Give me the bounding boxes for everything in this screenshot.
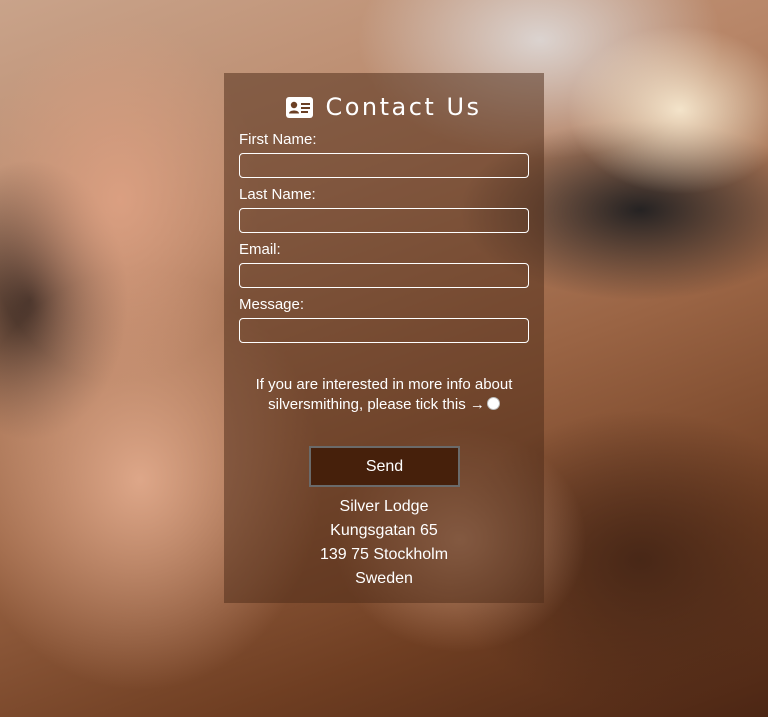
address-country: Sweden	[355, 570, 413, 587]
message-label: Message:	[239, 296, 305, 313]
last-name-label: Last Name:	[239, 186, 316, 203]
first-name-input[interactable]	[239, 153, 529, 178]
send-button[interactable]: Send	[309, 446, 460, 487]
form-title: Contact Us	[224, 91, 544, 123]
contact-form-card: Contact Us First Name: Last Name: Email:…	[224, 73, 544, 603]
form-title-text: Contact Us	[325, 93, 482, 121]
address-name: Silver Lodge	[339, 498, 429, 515]
id-card-icon	[286, 96, 314, 118]
email-input[interactable]	[239, 263, 529, 288]
interest-text: If you are interested in more info about…	[255, 376, 513, 413]
email-label: Email:	[239, 241, 281, 258]
address-street: Kungsgatan 65	[330, 522, 438, 539]
message-input[interactable]	[239, 318, 529, 343]
address-city: 139 75 Stockholm	[319, 546, 449, 563]
first-name-label: First Name:	[239, 131, 317, 148]
address-block: Silver Lodge Kungsgatan 65 139 75 Stockh…	[224, 495, 544, 591]
interest-radio[interactable]	[486, 397, 500, 410]
interest-prompt: If you are interested in more info about…	[234, 375, 534, 415]
last-name-input[interactable]	[239, 208, 529, 233]
